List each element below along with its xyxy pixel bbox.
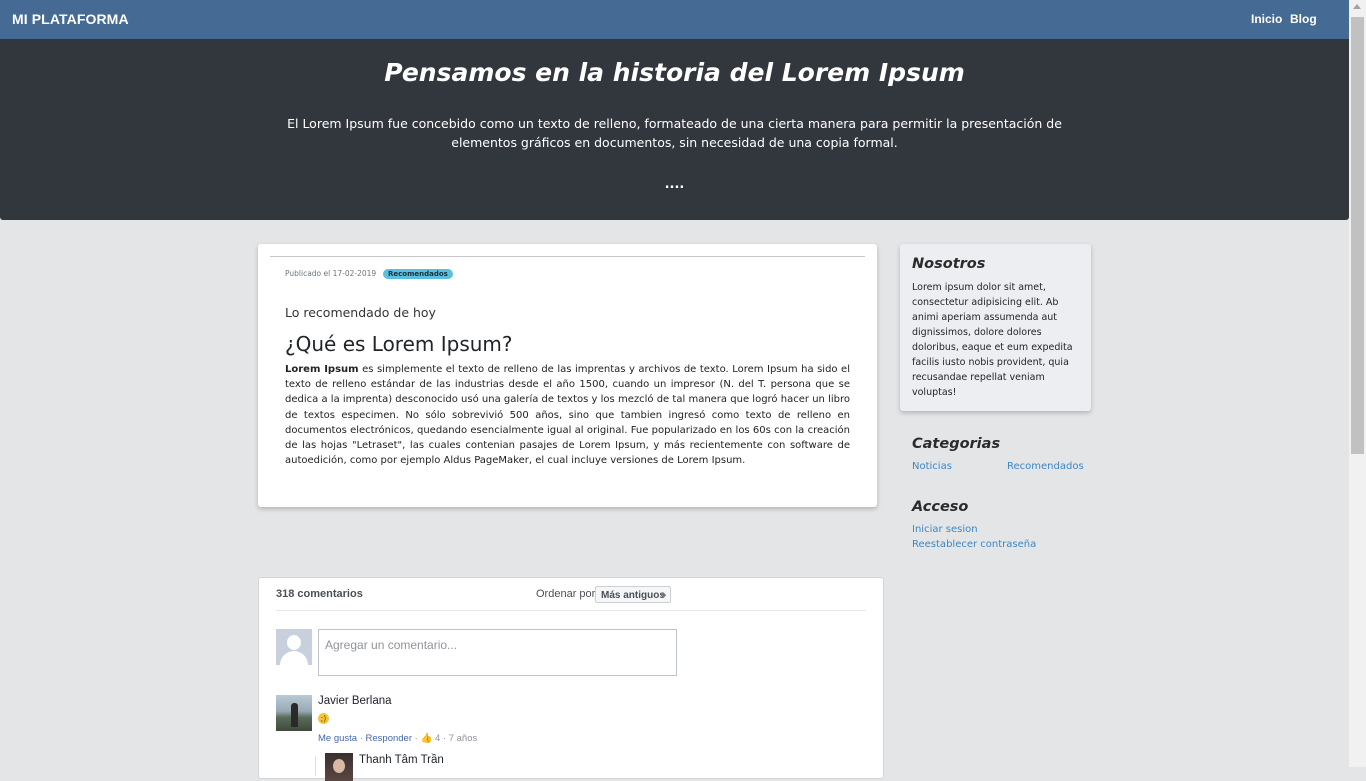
hero-banner: Pensamos en la historia del Lorem Ipsum … — [0, 39, 1349, 220]
like-count: 4 — [434, 733, 441, 744]
top-navbar: MI PLATAFORMA Inicio Blog — [0, 0, 1349, 39]
post-title: ¿Qué es Lorem Ipsum? — [285, 332, 513, 356]
post-subtitle: Lo recomendado de hoy — [285, 305, 436, 320]
reset-password-link[interactable]: Reestablecer contraseña — [912, 539, 1036, 550]
default-avatar — [276, 629, 312, 665]
avatar-figure — [291, 703, 298, 727]
sort-caret-icon: ◆ — [660, 592, 666, 599]
hero-more-link[interactable]: .... — [0, 177, 1349, 192]
like-link[interactable]: Me gusta — [318, 733, 357, 744]
comment-count: 318 comentarios — [276, 588, 363, 600]
sort-select[interactable]: Más antiguos ◆ — [595, 586, 671, 603]
about-card: Nosotros Lorem ipsum dolor sit amet, con… — [900, 244, 1091, 411]
category-badge[interactable]: Recomendados — [383, 269, 453, 279]
comment-input[interactable]: Agregar un comentario... — [318, 629, 677, 676]
page-scrollbar[interactable] — [1349, 0, 1366, 767]
divider — [270, 256, 865, 257]
scroll-up-arrow-icon[interactable] — [1353, 4, 1361, 9]
reply-avatar[interactable] — [325, 753, 353, 781]
about-text: Lorem ipsum dolor sit amet, consectetur … — [912, 282, 1073, 398]
about-heading: Nosotros — [912, 256, 986, 272]
comment-author[interactable]: Javier Berlana — [318, 695, 392, 707]
hero-title: Pensamos en la historia del Lorem Ipsum — [384, 58, 965, 87]
divider — [276, 610, 866, 611]
comment-actions: Me gusta · Responder · 👍 4 · 7 años — [318, 733, 477, 744]
sort-select-value: Más antiguos — [601, 590, 665, 601]
access-heading: Acceso — [912, 499, 969, 515]
comment-age[interactable]: 7 años — [449, 733, 478, 744]
reply-author[interactable]: Thanh Tâm Trần — [359, 754, 444, 766]
comments-widget: 318 comentarios Ordenar por Más antiguos… — [258, 577, 884, 781]
reply-thread-line — [315, 756, 316, 776]
sort-label: Ordenar por — [536, 588, 596, 600]
post-lead: Lorem Ipsum — [285, 364, 359, 375]
scrollbar-thumb[interactable] — [1351, 17, 1364, 454]
article-card: Publicado el 17-02-2019 Recomendados Lo … — [258, 244, 877, 507]
thumbs-up-icon: 👍 — [420, 733, 433, 744]
category-link-recomendados[interactable]: Recomendados — [1007, 461, 1084, 472]
post-body-text: es simplemente el texto de relleno de la… — [285, 364, 850, 467]
categories-heading: Categorias — [912, 436, 1001, 452]
avatar-body — [280, 651, 308, 665]
post-body: Lorem Ipsum es simplemente el texto de r… — [285, 362, 850, 468]
nav-link-inicio[interactable]: Inicio — [1251, 12, 1282, 26]
avatar-face — [333, 759, 345, 773]
hero-description: El Lorem Ipsum fue concebido como un tex… — [287, 116, 1062, 150]
post-date: Publicado el 17-02-2019 — [285, 269, 377, 278]
avatar[interactable] — [276, 695, 312, 731]
category-link-noticias[interactable]: Noticias — [912, 461, 952, 472]
reply-link[interactable]: Responder — [366, 733, 412, 744]
nav-link-blog[interactable]: Blog — [1290, 12, 1317, 26]
wink-emoji-icon: ;) — [318, 713, 329, 724]
avatar-head — [287, 635, 301, 650]
login-link[interactable]: Iniciar sesion — [912, 524, 978, 535]
brand-logo[interactable]: MI PLATAFORMA — [12, 11, 129, 27]
